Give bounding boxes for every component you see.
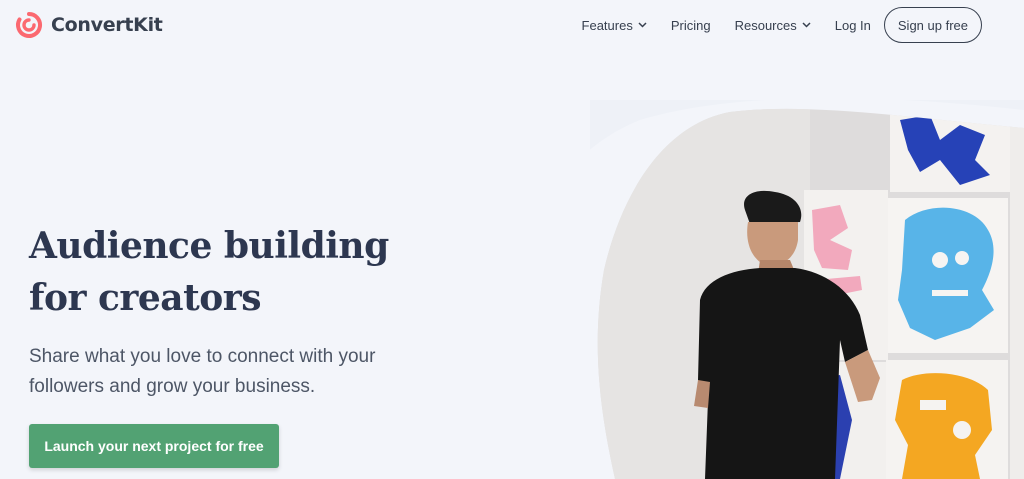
chevron-down-icon xyxy=(638,22,647,28)
nav-item-login[interactable]: Log In xyxy=(835,18,871,33)
nav-item-label: Features xyxy=(581,17,633,33)
brand-logo[interactable]: ConvertKit xyxy=(15,10,163,40)
hero-subtitle-line: followers and grow your business. xyxy=(29,376,316,397)
launch-project-button[interactable]: Launch your next project for free xyxy=(29,424,279,468)
nav-item-label: Log In xyxy=(834,17,871,33)
nav-item-label: Pricing xyxy=(670,17,711,33)
site-header: ConvertKit Features Pricing Resources Lo… xyxy=(0,0,1024,50)
brand-name: ConvertKit xyxy=(51,14,163,36)
nav-item-features[interactable]: Features xyxy=(582,18,647,33)
main-nav: Features Pricing Resources Log In Sign u… xyxy=(582,7,982,43)
signup-button[interactable]: Sign up free xyxy=(883,7,982,43)
hero-title-line: for creators xyxy=(29,277,262,319)
nav-item-resources[interactable]: Resources xyxy=(735,18,811,33)
hero-title-line: Audience building xyxy=(29,225,389,267)
hero-subtitle: Share what you love to connect with your… xyxy=(29,342,449,402)
nav-item-label: Resources xyxy=(734,17,797,33)
hero-image xyxy=(590,100,1024,479)
convertkit-logo-icon xyxy=(16,12,42,38)
hero-title: Audience building for creators xyxy=(29,220,469,324)
chevron-down-icon xyxy=(802,22,811,28)
nav-item-pricing[interactable]: Pricing xyxy=(671,18,711,33)
hero-subtitle-line: Share what you love to connect with your xyxy=(29,346,376,367)
